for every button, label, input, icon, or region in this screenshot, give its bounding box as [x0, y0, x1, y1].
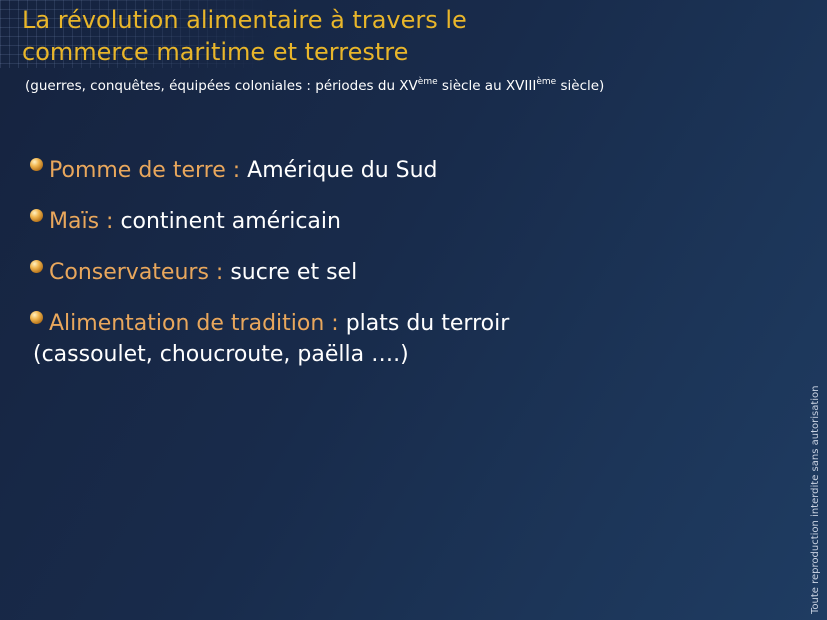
slide-title: La révolution alimentaire à travers le c… — [22, 4, 722, 68]
item-value: Amérique du Sud — [247, 158, 438, 183]
item-key: Pomme de terre : — [49, 158, 248, 183]
item-value: continent américain — [120, 209, 341, 234]
subtitle-superscript-2: ème — [536, 77, 557, 87]
list-item-mais: Maïs : continent américain — [30, 206, 790, 237]
item-value: plats du terroir — [345, 311, 510, 336]
bullet-icon — [30, 311, 43, 324]
item-continuation: (cassoulet, choucroute, paëlla ….) — [33, 342, 409, 367]
list-item-pomme-de-terre: Pomme de terre : Amérique du Sud — [30, 155, 790, 186]
subtitle-part-3: siècle) — [556, 78, 605, 94]
item-key: Conservateurs : — [49, 260, 231, 285]
bullet-icon — [30, 158, 43, 171]
bullet-icon — [30, 209, 43, 222]
subtitle-part-2: siècle au XVIII — [437, 78, 537, 94]
title-line-2: commerce maritime et terrestre — [22, 38, 409, 66]
item-key: Maïs : — [49, 209, 121, 234]
list-item-conservateurs: Conservateurs : sucre et sel — [30, 257, 790, 288]
list-item-alimentation-de-tradition: Alimentation de tradition : plats du ter… — [30, 308, 790, 370]
subtitle-superscript-1: ème — [417, 77, 438, 87]
title-line-1: La révolution alimentaire à travers le — [22, 6, 467, 34]
copyright-note: Toute reproduction interdite sans autori… — [810, 385, 821, 615]
slide-subtitle: (guerres, conquêtes, équipées coloniales… — [25, 77, 785, 95]
item-value: sucre et sel — [230, 260, 358, 285]
subtitle-part-1: (guerres, conquêtes, équipées coloniales… — [25, 78, 418, 94]
bullet-list: Pomme de terre : Amérique du Sud Maïs : … — [30, 155, 790, 390]
item-key: Alimentation de tradition : — [49, 311, 346, 336]
bullet-icon — [30, 260, 43, 273]
